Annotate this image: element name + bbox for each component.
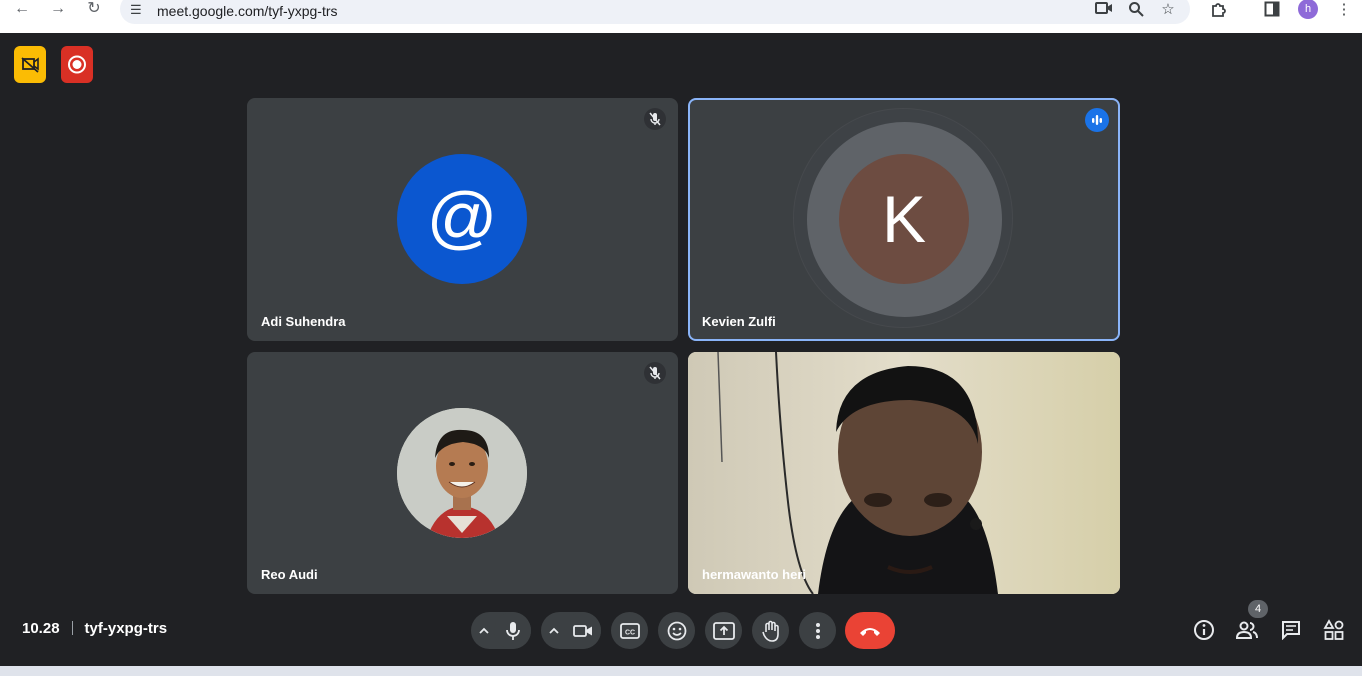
more-options-button[interactable] xyxy=(799,612,836,649)
side-panel-icon[interactable] xyxy=(1262,1,1282,19)
present-icon xyxy=(712,621,735,640)
participant-name: Kevien Zulfi xyxy=(702,314,776,329)
profile-avatar[interactable]: h xyxy=(1298,0,1318,19)
activities-button[interactable] xyxy=(1320,616,1348,644)
avatar-letter: @ xyxy=(426,178,498,256)
meeting-time: 10.28 xyxy=(22,620,60,637)
camera-in-use-icon[interactable] xyxy=(1094,1,1114,19)
os-taskbar xyxy=(0,666,1362,676)
end-call-icon xyxy=(860,627,880,636)
raise-hand-button[interactable] xyxy=(752,612,789,649)
avatar: K xyxy=(839,154,969,284)
people-button[interactable] xyxy=(1233,616,1261,644)
url-text[interactable]: meet.google.com/tyf-yxpg-trs xyxy=(157,3,338,19)
reactions-button[interactable] xyxy=(658,612,695,649)
camera-button[interactable] xyxy=(564,612,601,649)
people-icon xyxy=(1235,621,1258,639)
person-photo-icon xyxy=(397,408,527,538)
bookmark-star-icon[interactable]: ☆ xyxy=(1158,1,1178,19)
back-icon[interactable]: ← xyxy=(10,0,34,20)
captions-button[interactable]: CC xyxy=(611,612,648,649)
camera-icon xyxy=(572,624,592,637)
mic-button[interactable] xyxy=(494,612,531,649)
mic-off-icon xyxy=(649,366,661,380)
extensions-icon[interactable] xyxy=(1208,1,1228,19)
emoji-icon xyxy=(667,621,686,640)
participant-tile-kevien[interactable]: K Kevien Zulfi xyxy=(688,98,1120,341)
record-icon xyxy=(68,55,86,74)
address-bar[interactable]: ☰ meet.google.com/tyf-yxpg-trs xyxy=(120,0,1190,24)
mic-icon xyxy=(505,621,520,640)
participant-name: hermawanto heri xyxy=(702,567,807,582)
participant-tile-adi[interactable]: @ Adi Suhendra xyxy=(247,98,678,341)
raise-hand-icon xyxy=(761,620,779,642)
leave-call-button[interactable] xyxy=(845,612,895,649)
present-button[interactable] xyxy=(705,612,742,649)
participant-name: Adi Suhendra xyxy=(261,314,346,329)
mic-muted-indicator xyxy=(644,362,666,384)
chevron-up-icon xyxy=(549,627,559,634)
meeting-details-button[interactable] xyxy=(1190,616,1218,644)
meeting-code: tyf-yxpg-trs xyxy=(84,620,168,637)
avatar-photo xyxy=(397,408,527,538)
captions-icon: CC xyxy=(619,622,640,639)
browser-toolbar: ← → ↻ ☰ meet.google.com/tyf-yxpg-trs ☆ h… xyxy=(0,0,1362,33)
zoom-icon[interactable] xyxy=(1126,1,1146,19)
speaking-indicator xyxy=(1085,108,1109,132)
forward-icon[interactable]: → xyxy=(46,0,70,20)
participant-tile-hermawanto[interactable]: hermawanto heri xyxy=(688,352,1120,594)
chevron-up-icon xyxy=(479,627,489,634)
audio-level-icon xyxy=(1092,115,1102,125)
mic-muted-indicator xyxy=(644,108,666,130)
meeting-info: 10.28 tyf-yxpg-trs xyxy=(22,620,167,637)
more-icon xyxy=(815,622,820,639)
camera-video-feed xyxy=(688,352,1120,594)
participant-tile-reo[interactable]: Reo Audi xyxy=(247,352,678,594)
divider xyxy=(71,621,73,635)
activities-icon xyxy=(1323,619,1344,640)
reload-icon[interactable]: ↻ xyxy=(82,0,106,20)
chrome-menu-icon[interactable]: ⋮ xyxy=(1334,1,1354,19)
participant-name: Reo Audi xyxy=(261,567,318,582)
no-camera-icon xyxy=(21,57,39,73)
camera-off-badge[interactable] xyxy=(14,46,46,83)
site-settings-icon[interactable]: ☰ xyxy=(130,2,146,18)
mic-control-group xyxy=(471,612,531,649)
info-icon xyxy=(1194,620,1214,640)
camera-control-group xyxy=(541,612,601,649)
chat-button[interactable] xyxy=(1277,616,1305,644)
mic-off-icon xyxy=(649,112,661,126)
recording-badge[interactable] xyxy=(61,46,93,83)
chat-icon xyxy=(1282,621,1300,640)
avatar: @ xyxy=(397,154,527,284)
svg-text:CC: CC xyxy=(624,629,634,636)
avatar-letter: K xyxy=(881,182,927,256)
